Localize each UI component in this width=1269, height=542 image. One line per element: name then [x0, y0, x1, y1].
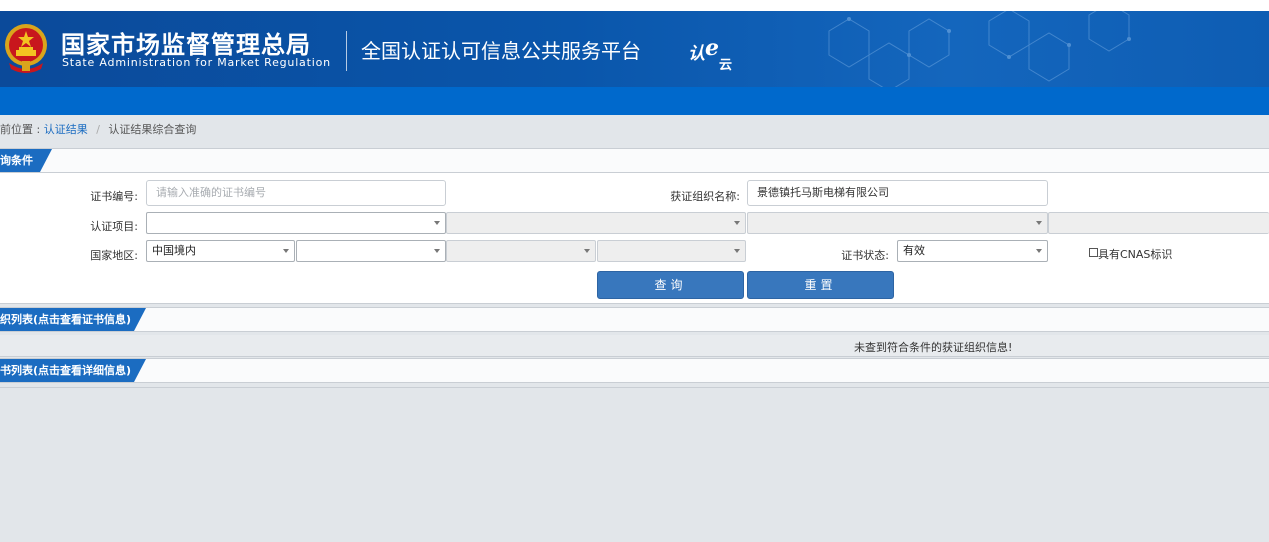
cert-no-label: 证书编号: [90, 190, 138, 203]
region-label: 国家地区: [90, 249, 138, 262]
project-select-1[interactable] [146, 212, 446, 234]
org-list-panel-title[interactable]: 织列表(点击查看证书信息) [0, 308, 146, 331]
cnas-label: 具有CNAS标识 [1098, 248, 1173, 261]
hexagon-pattern-decoration [828, 11, 1131, 87]
svg-text:云: 云 [719, 58, 732, 73]
region-select-value: 中国境内 [152, 244, 196, 257]
chevron-down-icon [1036, 221, 1042, 225]
status-select[interactable]: 有效 [897, 240, 1048, 262]
chevron-down-icon [283, 249, 289, 253]
project-select-2[interactable] [446, 212, 746, 234]
chevron-down-icon [434, 221, 440, 225]
org-list-panel-header: 织列表(点击查看证书信息) [0, 308, 1269, 331]
org-list-empty-message: 未查到符合条件的获证组织信息! [854, 341, 1013, 354]
breadcrumb-current: 认证结果综合查询 [108, 123, 197, 136]
breadcrumb-separator: / [96, 123, 100, 136]
content-bottom-line [0, 387, 1269, 388]
search-button[interactable]: 查询 [597, 271, 744, 299]
national-emblem-icon [5, 24, 47, 73]
org-name-label: 获证组织名称: [670, 190, 740, 203]
org-list-empty-row: 未查到符合条件的获证组织信息! [0, 335, 1269, 357]
project-label: 认证项目: [90, 220, 138, 233]
svg-text:认: 认 [688, 44, 705, 64]
nav-bar [0, 87, 1269, 115]
project-select-4[interactable] [1048, 212, 1269, 234]
region-select-1[interactable]: 中国境内 [146, 240, 295, 262]
cert-list-panel-header: 书列表(点击查看详细信息) [0, 359, 1269, 382]
region-select-3[interactable] [446, 240, 596, 262]
breadcrumb-link-cert-results[interactable]: 认证结果 [44, 123, 88, 136]
query-panel: 询条件 证书编号: 请输入准确的证书编号 获证组织名称: 景德镇托马斯电梯有限公… [0, 148, 1269, 304]
chevron-down-icon [584, 249, 590, 253]
org-list-panel: 织列表(点击查看证书信息) [0, 307, 1269, 332]
cert-list-panel-title[interactable]: 书列表(点击查看详细信息) [0, 359, 146, 382]
cert-list-panel: 书列表(点击查看详细信息) [0, 358, 1269, 383]
status-select-value: 有效 [903, 244, 925, 257]
svg-text:e: e [705, 35, 719, 61]
renyun-logo-icon: 认 e 云 [688, 35, 732, 73]
cnas-checkbox[interactable] [1089, 248, 1098, 257]
cert-no-input[interactable]: 请输入准确的证书编号 [146, 180, 446, 206]
platform-title: 全国认证认可信息公共服务平台 [361, 39, 641, 63]
query-panel-title: 询条件 [0, 149, 52, 172]
chevron-down-icon [434, 249, 440, 253]
org-name-chinese: 国家市场监督管理总局 [61, 31, 311, 59]
query-panel-header: 询条件 [0, 149, 1269, 173]
region-select-4[interactable] [597, 240, 746, 262]
breadcrumb: 前位置 : 认证结果 / 认证结果综合查询 [0, 121, 196, 137]
chevron-down-icon [734, 249, 740, 253]
project-select-3[interactable] [747, 212, 1048, 234]
chevron-down-icon [734, 221, 740, 225]
region-select-2[interactable] [296, 240, 446, 262]
site-header: 国家市场监督管理总局 State Administration for Mark… [0, 11, 1269, 87]
breadcrumb-prefix: 前位置 : [0, 123, 41, 136]
reset-button[interactable]: 重置 [747, 271, 894, 299]
header-divider [346, 31, 347, 71]
top-strip [0, 0, 1269, 11]
org-name-input[interactable]: 景德镇托马斯电梯有限公司 [747, 180, 1048, 206]
org-name-english: State Administration for Market Regulati… [62, 56, 331, 69]
status-label: 证书状态: [841, 249, 889, 262]
chevron-down-icon [1036, 249, 1042, 253]
